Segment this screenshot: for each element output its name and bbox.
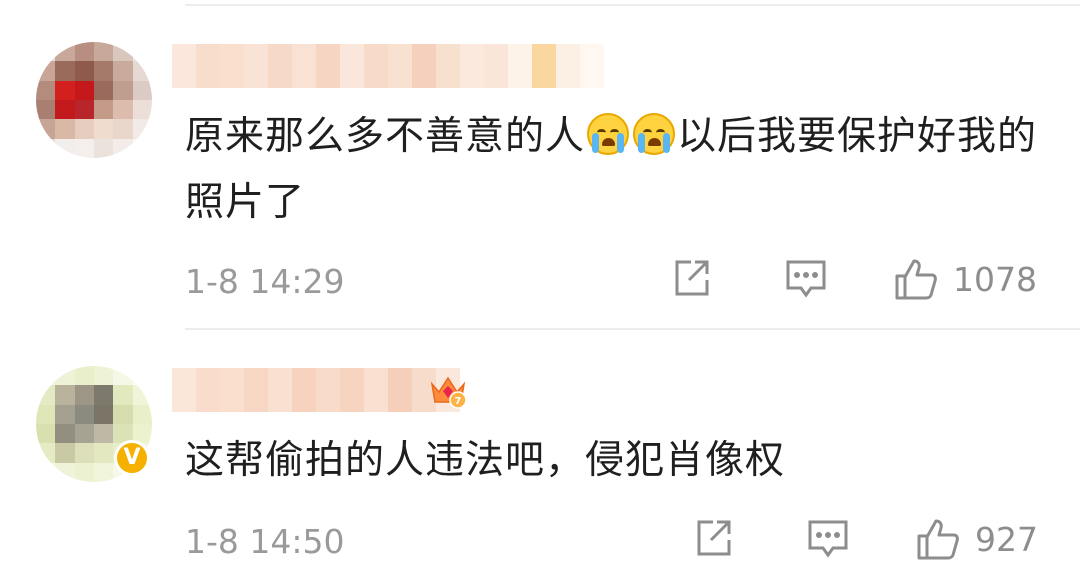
- comment-text: 原来那么多不善意的人 以后我要保护好我的照片了: [185, 104, 1055, 236]
- username-blurred[interactable]: [172, 44, 604, 88]
- reply-icon: [786, 260, 826, 298]
- crying-emoji-icon: [587, 113, 630, 155]
- comment-text-part: 这帮偷拍的人违法吧，侵犯肖像权: [185, 438, 786, 483]
- comment-1: 原来那么多不善意的人 以后我要保护好我的照片了 1-8 14:29 1078: [0, 0, 1080, 330]
- timestamp: 1-8 14:50: [185, 522, 345, 561]
- svg-text:7: 7: [455, 396, 462, 407]
- like-icon: [895, 259, 937, 300]
- like-button[interactable]: 1078: [893, 256, 1037, 302]
- like-count: 927: [975, 519, 1038, 559]
- like-button[interactable]: 927: [915, 516, 1038, 562]
- comment-text: 这帮偷拍的人违法吧，侵犯肖像权: [185, 428, 1055, 494]
- like-count: 1078: [953, 259, 1037, 299]
- timestamp: 1-8 14:29: [185, 262, 345, 301]
- reply-button[interactable]: [805, 516, 851, 562]
- verified-badge-icon: V: [114, 440, 150, 476]
- share-icon: [697, 520, 731, 556]
- username-blurred[interactable]: [172, 368, 460, 412]
- comment-meta: 1-8 14:29 1078: [185, 256, 1045, 306]
- share-icon: [675, 260, 709, 296]
- share-button[interactable]: [691, 516, 737, 562]
- crown-badge-icon: 7: [430, 376, 467, 409]
- comment-meta: 1-8 14:50 927: [185, 516, 1045, 566]
- reply-button[interactable]: [783, 256, 829, 302]
- comment-2: V 7 这帮偷拍的人违法吧，侵犯肖像权 1-8 14:50 927: [0, 330, 1080, 581]
- reply-icon: [808, 520, 848, 558]
- comment-text-part: 原来那么多不善意的人: [185, 114, 586, 159]
- like-icon: [917, 519, 959, 560]
- share-button[interactable]: [669, 256, 715, 302]
- avatar[interactable]: [36, 42, 152, 158]
- crying-emoji-icon: [633, 113, 676, 155]
